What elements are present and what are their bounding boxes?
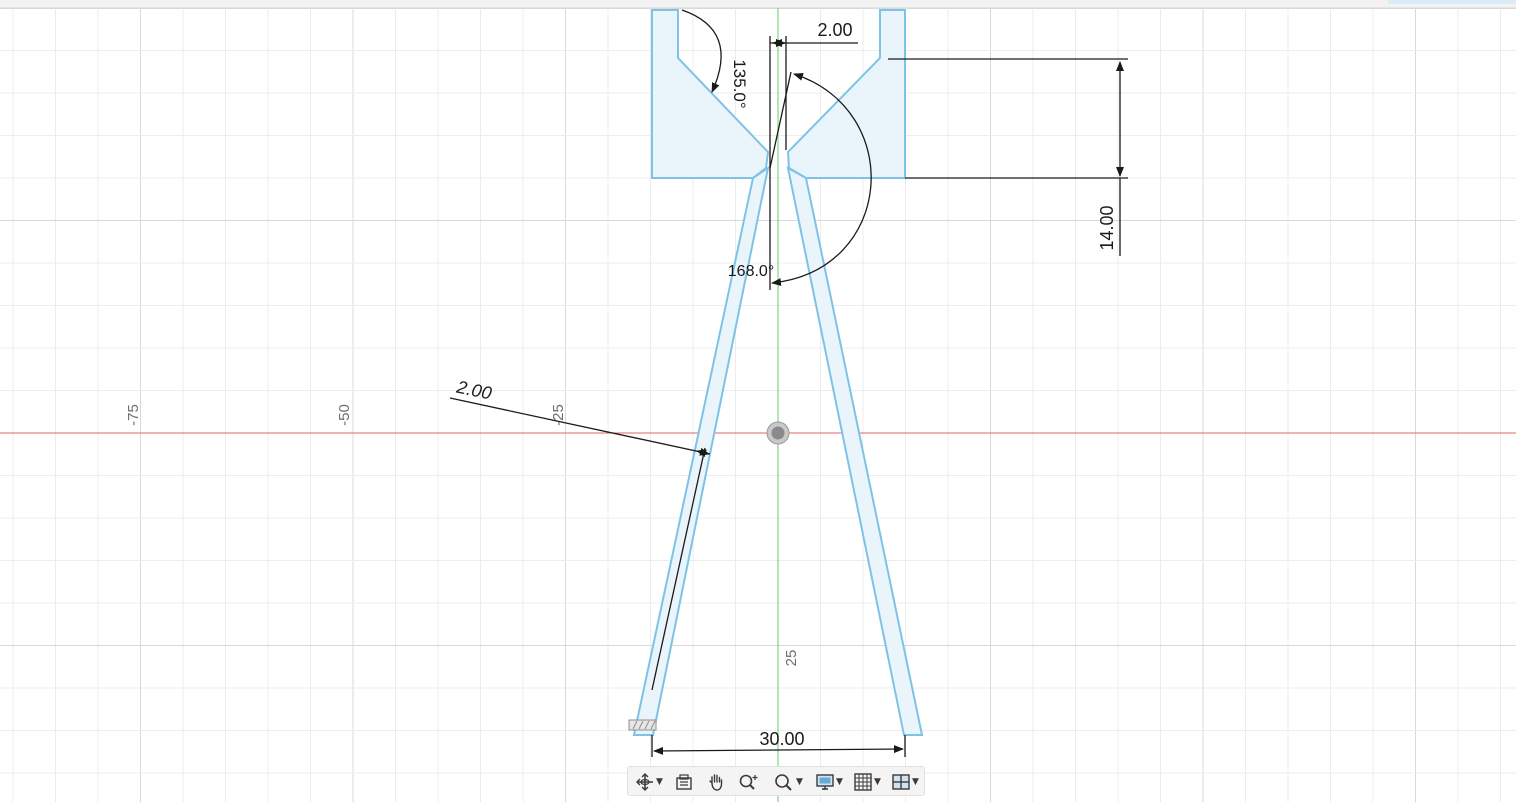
chevron-down-icon: ▼	[656, 777, 663, 787]
chevron-down-icon: ▼	[912, 777, 919, 787]
origin-point[interactable]	[766, 421, 790, 445]
sketch-upper-block[interactable]	[651, 9, 770, 179]
chevron-down-icon: ▼	[796, 777, 803, 787]
sketch-canvas[interactable]: -75 -50 -25 25 2.00 135.0° 168.0° 14.00 …	[0, 0, 1516, 802]
hand-icon	[709, 774, 723, 791]
look-at-button[interactable]	[672, 771, 696, 793]
grid-label-x-neg75: -75	[125, 404, 142, 426]
chevron-down-icon: ▼	[836, 777, 843, 787]
dim-height-text[interactable]: 14.00	[1097, 205, 1117, 250]
grid-label-x-neg50: -50	[336, 404, 353, 426]
dimensions-group	[449, 9, 1128, 757]
zoom-icon	[739, 774, 758, 790]
orbit-button[interactable]: ▼	[632, 771, 666, 793]
viewports-icon	[892, 774, 910, 790]
monitor-icon	[816, 774, 834, 790]
viewports-button[interactable]: ▼	[888, 771, 922, 793]
zoom-window-icon	[775, 774, 792, 791]
constraint-icon[interactable]	[628, 719, 657, 731]
grid-label-y-25: 25	[783, 650, 800, 667]
navigation-toolbar: ▼ ▼ ▼ ▼ ▼	[627, 766, 925, 796]
look-at-icon	[676, 774, 692, 790]
grid	[0, 7, 1516, 802]
dim-thickness-inner	[651, 447, 706, 691]
dim-gap-text[interactable]: 2.00	[817, 20, 852, 40]
fit-button[interactable]: ▼	[770, 771, 806, 793]
chevron-down-icon: ▼	[874, 777, 881, 787]
display-settings-button[interactable]: ▼	[812, 771, 846, 793]
dim-angle-135-text[interactable]: 135.0°	[730, 59, 749, 108]
orbit-icon	[636, 773, 654, 791]
dim-angle-168-text[interactable]: 168.0°	[728, 263, 774, 280]
grid-settings-button[interactable]: ▼	[850, 771, 884, 793]
sketch-right-leg[interactable]	[786, 166, 924, 736]
dim-base-text[interactable]: 30.00	[759, 729, 804, 749]
dim-thickness-leader	[449, 397, 711, 455]
pan-button[interactable]	[704, 771, 728, 793]
zoom-button[interactable]	[736, 771, 762, 793]
grid-icon	[854, 773, 872, 791]
